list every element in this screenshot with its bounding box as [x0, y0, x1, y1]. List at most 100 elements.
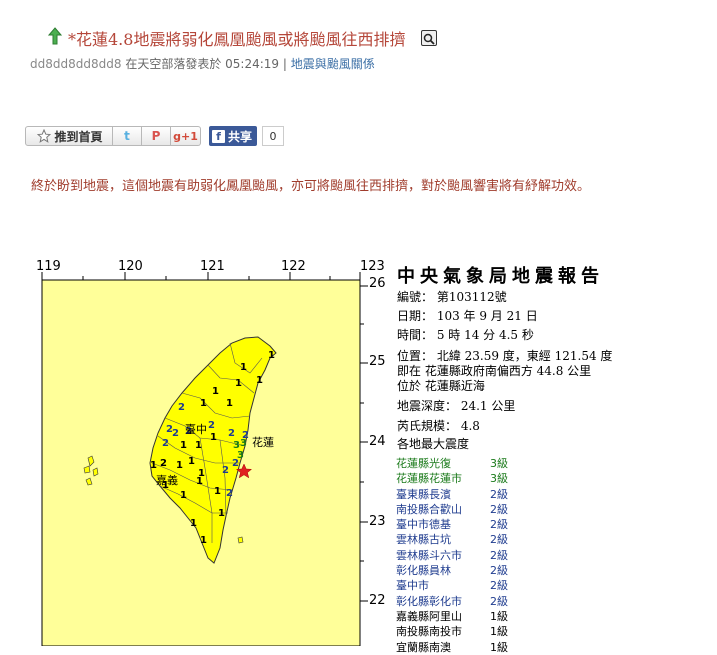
search-icon[interactable]	[421, 30, 437, 46]
star-icon	[37, 129, 52, 143]
post-title[interactable]: *花蓮4.8地震將弱化鳳凰颱風或將颱風往西排擠	[68, 26, 405, 50]
intensity-level: 3級	[490, 472, 508, 486]
svg-text:1: 1	[190, 518, 197, 529]
svg-text:1: 1	[226, 398, 233, 409]
svg-text:2: 2	[178, 402, 185, 413]
intensity-row: 嘉義縣阿里山 1級	[396, 609, 526, 624]
intensity-level: 2級	[490, 594, 508, 608]
recommend-label: 推到首頁	[54, 129, 103, 144]
svg-text:1: 1	[180, 490, 187, 501]
recommend-button[interactable]: 推到首頁	[25, 126, 113, 146]
intensity-row: 臺中市德基 2級	[396, 517, 526, 532]
svg-text:1: 1	[180, 440, 187, 451]
report-number: 編號： 第103112號	[397, 290, 507, 304]
svg-text:1: 1	[214, 486, 221, 497]
intensity-place: 臺中市	[396, 579, 429, 593]
intensity-level: 2級	[490, 564, 508, 578]
intensity-level: 2級	[490, 502, 508, 516]
svg-text:1: 1	[212, 386, 219, 397]
intensity-row: 彰化縣彰化市 2級	[396, 594, 526, 609]
report-title: 中央氣象局地震報告	[397, 266, 604, 287]
google-plus-button[interactable]: g+1	[171, 126, 201, 146]
svg-text:2: 2	[222, 465, 229, 476]
report-date: 日期： 103 年 9 月 21 日	[397, 309, 538, 323]
intensity-place: 彰化縣員林	[396, 564, 451, 578]
earthquake-report-figure: 2 2 2 2 2 1 1 2 1 2 3 3 2 3 2 1 2 1 1 1 …	[0, 258, 717, 654]
plurk-share-button[interactable]: P	[142, 126, 171, 146]
taiwan-map: 2 2 2 2 2 1 1 2 1 2 3 3 2 3 2 1 2 1 1 1 …	[41, 272, 368, 646]
city-label-taichung: 臺中	[185, 423, 207, 436]
intensity-level: 2級	[490, 518, 508, 532]
lon-label-121: 121	[200, 259, 225, 274]
svg-text:1: 1	[150, 460, 157, 471]
report-location-2: 位於 花蓮縣近海	[397, 379, 485, 393]
intensity-row: 花蓮縣光復 3級	[396, 456, 526, 471]
post-time: 在天空部落發表於 05:24:19	[125, 57, 280, 71]
svg-text:2: 2	[226, 488, 233, 499]
intensity-row: 臺中市 2級	[396, 578, 526, 593]
intensity-place: 臺東縣長濱	[396, 487, 451, 501]
svg-text:1: 1	[218, 508, 225, 519]
intensity-place: 臺中市德基	[396, 518, 451, 532]
svg-text:2: 2	[242, 430, 249, 441]
intensity-level: 2級	[490, 548, 508, 562]
svg-text:2: 2	[228, 428, 235, 439]
svg-text:1: 1	[200, 398, 207, 409]
svg-text:2: 2	[208, 420, 215, 431]
article-text: 終於盼到地震，這個地震有助弱化鳳凰颱風，亦可將颱風往西排擠，對於颱風響害將有紓解…	[31, 179, 591, 194]
intensity-level: 2級	[490, 487, 508, 501]
lon-label-123: 123	[360, 259, 385, 274]
intensity-place: 宜蘭縣南澳	[396, 640, 451, 654]
svg-text:1: 1	[210, 432, 217, 443]
intensity-row: 雲林縣古坑 2級	[396, 532, 526, 547]
lon-label-122: 122	[281, 259, 306, 274]
author-link[interactable]: dd8dd8dd8dd8	[30, 57, 121, 71]
facebook-share-label: 共享	[228, 129, 253, 144]
intensity-place: 南投縣合歡山	[396, 502, 462, 516]
intensity-place: 彰化縣彰化市	[396, 594, 462, 608]
intensity-row: 臺東縣長濱 2級	[396, 487, 526, 502]
lat-label-23: 23	[369, 514, 386, 529]
intensity-place: 花蓮縣光復	[396, 457, 451, 470]
svg-text:2: 2	[232, 458, 239, 469]
lat-label-26: 26	[369, 276, 386, 291]
intensity-level: 3級	[490, 457, 508, 470]
svg-text:2: 2	[160, 458, 167, 469]
svg-text:1: 1	[240, 362, 247, 373]
intensity-place: 雲林縣斗六市	[396, 548, 462, 562]
lon-label-119: 119	[36, 259, 61, 274]
intensity-row: 彰化縣員林 2級	[396, 563, 526, 578]
city-label-chiayi: 嘉義	[156, 474, 178, 487]
category-link[interactable]: 地震與颱風關係	[291, 57, 375, 71]
intensity-level: 1級	[490, 625, 508, 639]
intensity-row: 宜蘭縣南澳 1級	[396, 640, 526, 655]
city-label-hualien: 花蓮	[252, 436, 274, 449]
intensity-level: 1級	[490, 609, 508, 623]
lon-label-120: 120	[118, 259, 143, 274]
facebook-icon: f	[212, 129, 225, 143]
meta-separator: |	[282, 57, 287, 71]
intensity-place: 雲林縣古坑	[396, 533, 451, 547]
intensity-level: 1級	[490, 640, 508, 654]
report-time: 時間： 5 時 14 分 4.5 秒	[397, 328, 534, 342]
post-meta: dd8dd8dd8dd8 在天空部落發表於 05:24:19 | 地震與颱風關係	[30, 55, 375, 72]
lat-label-25: 25	[369, 354, 386, 369]
svg-text:1: 1	[195, 440, 202, 451]
svg-text:2: 2	[172, 428, 179, 439]
facebook-share-button[interactable]: f 共享	[209, 126, 258, 146]
svg-text:2: 2	[162, 438, 169, 449]
twitter-share-button[interactable]: t	[113, 126, 142, 146]
intensity-level: 2級	[490, 579, 508, 593]
lat-label-22: 22	[369, 593, 386, 608]
svg-text:1: 1	[256, 375, 263, 386]
intensity-level: 2級	[490, 533, 508, 547]
intensity-place: 南投縣南投市	[396, 625, 462, 639]
report-depth: 地震深度： 24.1 公里	[397, 399, 516, 413]
report-magnitude: 芮氏規模： 4.8	[397, 419, 480, 433]
thumbs-up-arrow-icon[interactable]	[48, 27, 62, 45]
intensity-row: 花蓮縣花蓮市 3級	[396, 471, 526, 486]
svg-text:1: 1	[268, 350, 275, 361]
intensity-row: 雲林縣斗六市 2級	[396, 548, 526, 563]
intensity-row: 南投縣合歡山 2級	[396, 502, 526, 517]
svg-text:1: 1	[196, 476, 203, 487]
